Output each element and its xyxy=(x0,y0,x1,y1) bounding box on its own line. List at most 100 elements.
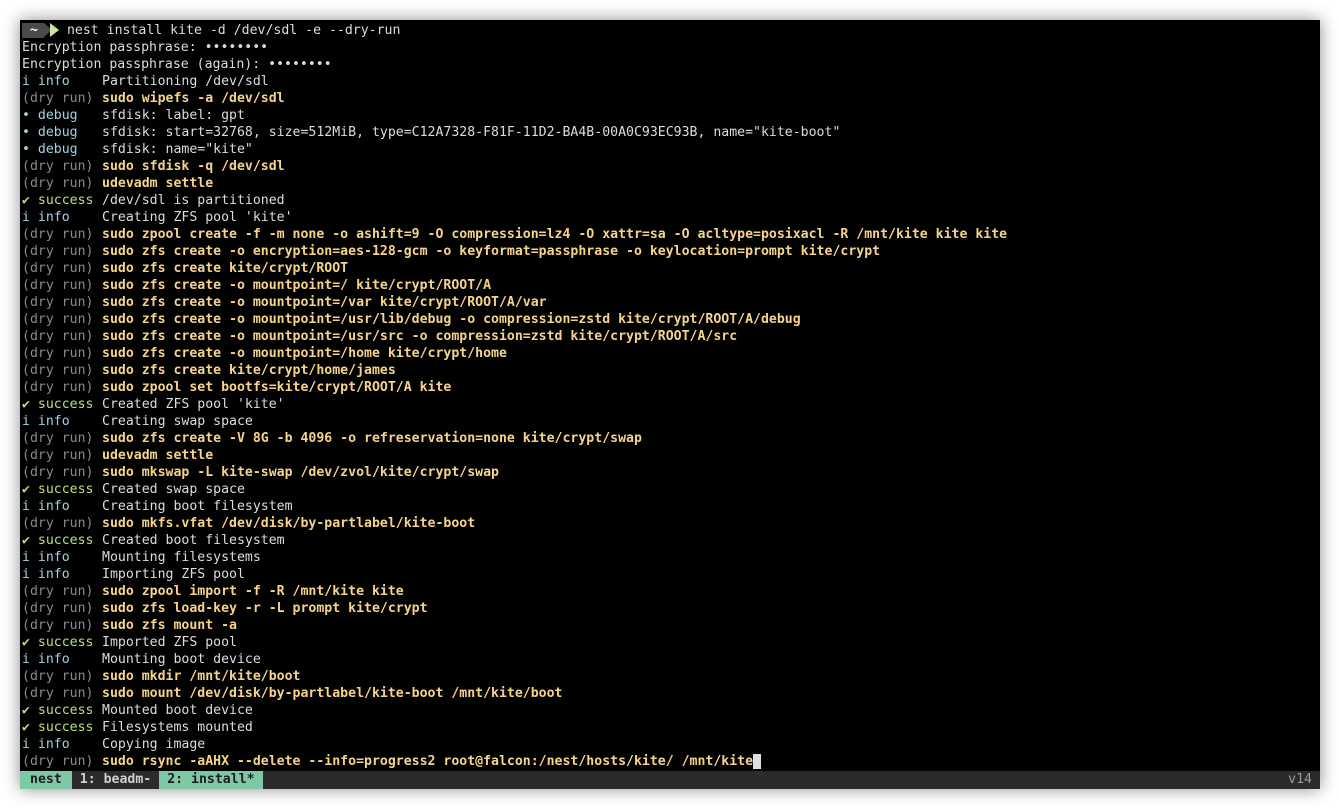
log-level-dry: (dry run) xyxy=(22,312,94,327)
output-line: i info Importing ZFS pool xyxy=(22,566,1318,583)
log-level-info: i info xyxy=(22,567,70,582)
dry-run-command: sudo zfs create -V 8G -b 4096 -o refrese… xyxy=(102,431,642,446)
output-line: (dry run) sudo mkdir /mnt/kite/boot xyxy=(22,668,1318,685)
dry-run-command: sudo mkswap -L kite-swap /dev/zvol/kite/… xyxy=(102,465,499,480)
tmux-version: v14 xyxy=(1288,772,1312,787)
dry-run-command: sudo zfs create -o mountpoint=/home kite… xyxy=(102,346,507,361)
tmux-status-bar: nest 1: beadm- 2: install* v14 xyxy=(20,771,1320,789)
log-level-dry: (dry run) xyxy=(22,244,94,259)
dry-run-command: sudo zfs create -o mountpoint=/usr/lib/d… xyxy=(102,312,801,327)
output-line: ✔ success/dev/sdl is partitioned xyxy=(22,192,1318,209)
output-line: (dry run) sudo wipefs -a /dev/sdl xyxy=(22,90,1318,107)
log-level-success: ✔ success xyxy=(22,533,94,548)
log-level-dry: (dry run) xyxy=(22,618,94,633)
output-line: ✔ success Created ZFS pool 'kite' xyxy=(22,396,1318,413)
tmux-window-tab[interactable]: 1: beadm- xyxy=(72,771,159,789)
dry-run-command: sudo zpool set bootfs=kite/crypt/ROOT/A … xyxy=(102,380,452,395)
dry-run-command: sudo zpool create -f -m none -o ashift=9… xyxy=(102,227,1008,242)
output-line: ✔ success Mounted boot device xyxy=(22,702,1318,719)
log-message: Imported ZFS pool xyxy=(102,635,237,650)
output-line: (dry run) sudo zfs create -o mountpoint=/… xyxy=(22,311,1318,328)
log-message: sfdisk: start=32768, size=512MiB, type=C… xyxy=(102,125,841,140)
dry-run-command: udevadm settle xyxy=(102,176,214,191)
output-line: (dry run) sudo rsync -aAHX --delete --inf… xyxy=(22,753,1318,770)
log-level-dry: (dry run) xyxy=(22,601,94,616)
log-level-debug: • debug xyxy=(22,108,78,123)
output-line: i info Creating boot filesystem xyxy=(22,498,1318,515)
dry-run-command: sudo zfs create -o mountpoint=/usr/src -… xyxy=(102,329,738,344)
log-level-dry: (dry run) xyxy=(22,686,94,701)
log-level-info: i info xyxy=(22,737,70,752)
log-level-success: ✔ success xyxy=(22,720,94,735)
prompt-cwd: ~ xyxy=(22,22,44,38)
log-message: Mounting boot device xyxy=(102,652,261,667)
log-message: Creating boot filesystem xyxy=(102,499,293,514)
prompt-line: ~ nest install kite -d /dev/sdl -e --dry-… xyxy=(22,22,1318,39)
tmux-window-tab[interactable]: 2: install* xyxy=(159,771,263,789)
log-level-dry: (dry run) xyxy=(22,669,94,684)
output-line: i info Creating swap space xyxy=(22,413,1318,430)
dry-run-command: udevadm settle xyxy=(102,448,214,463)
log-message: Creating swap space xyxy=(102,414,253,429)
output-line: ✔ success Created boot filesystem xyxy=(22,532,1318,549)
output-line: (dry run) sudo zfs load-key -r -L prompt … xyxy=(22,600,1318,617)
log-level-info: i info xyxy=(22,499,70,514)
dry-run-command: sudo zfs create -o encryption=aes-128-gc… xyxy=(102,244,881,259)
log-level-dry: (dry run) xyxy=(22,261,94,276)
log-level-dry: (dry run) xyxy=(22,516,94,531)
log-message: Created boot filesystem xyxy=(102,533,285,548)
log-level-dry: (dry run) xyxy=(22,91,94,106)
dry-run-command: sudo zfs create -o mountpoint=/var kite/… xyxy=(102,295,547,310)
log-level-success: ✔ success xyxy=(22,193,94,208)
output-line: (dry run) sudo mkfs.vfat /dev/disk/by-par… xyxy=(22,515,1318,532)
output-line: i info Partitioning /dev/sdl xyxy=(22,73,1318,90)
output-line: Encryption passphrase: •••••••• xyxy=(22,39,1318,56)
dry-run-command: sudo rsync -aAHX --delete --info=progres… xyxy=(102,754,754,769)
terminal-output: ~ nest install kite -d /dev/sdl -e --dry-… xyxy=(22,22,1318,770)
output-line: (dry run) sudo zfs create -o mountpoint=/… xyxy=(22,328,1318,345)
output-line: (dry run) sudo zfs create -o encryption=a… xyxy=(22,243,1318,260)
output-text: Encryption passphrase: •••••••• xyxy=(22,40,269,55)
dry-run-command: sudo zfs create -o mountpoint=/ kite/cry… xyxy=(102,278,492,293)
log-message: Created swap space xyxy=(102,482,245,497)
prompt-command: nest install kite -d /dev/sdl -e --dry-r… xyxy=(66,23,401,38)
log-message: Mounted boot device xyxy=(102,703,253,718)
output-line: i info Creating ZFS pool 'kite' xyxy=(22,209,1318,226)
dry-run-command: sudo zfs load-key -r -L prompt kite/cryp… xyxy=(102,601,428,616)
output-line: i info Copying image xyxy=(22,736,1318,753)
output-line: (dry run) sudo zpool import -f -R /mnt/ki… xyxy=(22,583,1318,600)
log-level-dry: (dry run) xyxy=(22,754,94,769)
output-line: (dry run) sudo zfs create -V 8G -b 4096 -… xyxy=(22,430,1318,447)
dry-run-command: sudo mkdir /mnt/kite/boot xyxy=(102,669,301,684)
output-line: • debug sfdisk: name="kite" xyxy=(22,141,1318,158)
output-line: Encryption passphrase (again): •••••••• xyxy=(22,56,1318,73)
log-level-info: i info xyxy=(22,210,70,225)
output-line: • debug sfdisk: label: gpt xyxy=(22,107,1318,124)
log-message: Partitioning /dev/sdl xyxy=(102,74,269,89)
tmux-session-name[interactable]: nest xyxy=(20,771,72,789)
log-level-info: i info xyxy=(22,550,70,565)
log-level-dry: (dry run) xyxy=(22,584,94,599)
log-level-dry: (dry run) xyxy=(22,227,94,242)
dry-run-command: sudo mkfs.vfat /dev/disk/by-partlabel/ki… xyxy=(102,516,476,531)
log-level-dry: (dry run) xyxy=(22,176,94,191)
log-message: Created ZFS pool 'kite' xyxy=(102,397,285,412)
output-line: (dry run) sudo zfs create -o mountpoint=/… xyxy=(22,277,1318,294)
output-line: ✔ success Filesystems mounted xyxy=(22,719,1318,736)
log-level-dry: (dry run) xyxy=(22,278,94,293)
dry-run-command: sudo mount /dev/disk/by-partlabel/kite-b… xyxy=(102,686,563,701)
output-line: • debug sfdisk: start=32768, size=512MiB,… xyxy=(22,124,1318,141)
output-line: ✔ success Created swap space xyxy=(22,481,1318,498)
output-line: (dry run) sudo zfs create kite/crypt/home… xyxy=(22,362,1318,379)
log-message: Creating ZFS pool 'kite' xyxy=(102,210,293,225)
log-level-debug: • debug xyxy=(22,125,78,140)
log-level-dry: (dry run) xyxy=(22,329,94,344)
dry-run-command: sudo wipefs -a /dev/sdl xyxy=(102,91,285,106)
log-message: /dev/sdl is partitioned xyxy=(102,193,285,208)
log-message: Filesystems mounted xyxy=(102,720,253,735)
log-message: Copying image xyxy=(102,737,206,752)
log-level-success: ✔ success xyxy=(22,703,94,718)
terminal-window[interactable]: ~ nest install kite -d /dev/sdl -e --dry-… xyxy=(20,20,1320,789)
output-line: (dry run) sudo zfs create kite/crypt/ROOT xyxy=(22,260,1318,277)
log-message: Mounting filesystems xyxy=(102,550,261,565)
